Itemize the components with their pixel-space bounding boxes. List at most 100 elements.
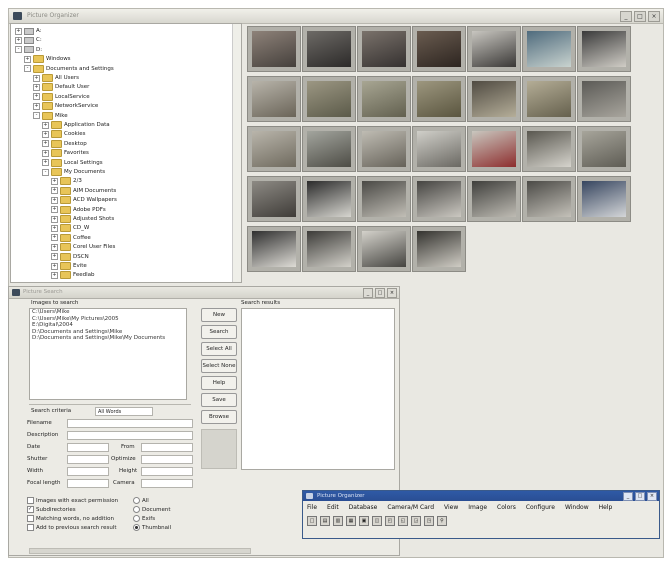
collapse-icon[interactable]: - (24, 65, 31, 73)
expand-icon[interactable]: + (51, 224, 58, 232)
expand-icon[interactable]: + (51, 196, 58, 204)
thumbnail[interactable] (412, 26, 466, 72)
menu-item[interactable]: Image (468, 504, 487, 511)
thumbnail[interactable] (357, 126, 411, 172)
collapse-icon[interactable]: - (42, 168, 49, 176)
menu-item[interactable]: File (307, 504, 317, 511)
toolbar-maximize-button[interactable]: □ (635, 492, 645, 501)
expand-icon[interactable]: + (51, 243, 58, 251)
tree-node[interactable]: + All Users (33, 74, 79, 82)
tree-node[interactable]: +2/3 (51, 177, 82, 186)
criteria-select[interactable]: All Words (95, 407, 153, 416)
thumbnail[interactable] (357, 76, 411, 122)
tree-node[interactable]: + AIM Documents (51, 186, 116, 195)
tool-icon[interactable]: ◲ (411, 516, 421, 526)
scope-radio-row[interactable]: Thumbnail (133, 524, 171, 533)
thumbnail[interactable] (302, 126, 356, 172)
menu-item[interactable]: Configure (526, 504, 555, 511)
shutter-opt-field[interactable] (141, 455, 193, 464)
scope-radio-row[interactable]: Document (133, 506, 171, 515)
thumbnail[interactable] (412, 76, 466, 122)
thumbnail[interactable] (522, 26, 576, 72)
search-button[interactable]: Search (201, 325, 237, 339)
panel-minimize-button[interactable]: _ (363, 288, 373, 298)
tree-node[interactable]: + C: (15, 36, 42, 44)
tree-node[interactable]: + Feedlab (51, 271, 95, 280)
thumbnail[interactable] (467, 176, 521, 222)
tree-node[interactable]: + Evite (51, 262, 87, 270)
thumbnail[interactable] (522, 126, 576, 172)
expand-icon[interactable]: + (15, 36, 22, 44)
filename-field[interactable] (67, 419, 193, 428)
tree-node[interactable]: - D: (15, 46, 42, 54)
thumbnail[interactable] (357, 26, 411, 72)
tree-node[interactable]: + Corel User Files (51, 243, 115, 252)
tree-node[interactable]: - My Documents (42, 168, 105, 176)
thumbnail[interactable] (247, 26, 301, 72)
expand-icon[interactable]: + (51, 215, 58, 223)
camera-field[interactable] (141, 479, 193, 488)
tree-node[interactable]: + Coffee (51, 233, 91, 242)
menu-item[interactable]: Window (565, 504, 589, 511)
tool-icon[interactable]: ◳ (424, 516, 434, 526)
thumbnail[interactable] (357, 226, 411, 272)
option-checkbox-row[interactable]: Images with exact permission (27, 497, 118, 506)
tree-node[interactable]: + Local Settings (42, 158, 103, 167)
tree-node[interactable]: + Favorites (42, 149, 89, 158)
thumbnail[interactable] (467, 76, 521, 122)
date-from-field[interactable] (141, 443, 193, 452)
thumbnail[interactable] (412, 176, 466, 222)
checkbox[interactable]: ✓ (27, 506, 34, 513)
radio-button[interactable] (133, 524, 140, 531)
thumbnail[interactable] (302, 26, 356, 72)
thumbnail[interactable] (247, 176, 301, 222)
thumbnail[interactable] (577, 126, 631, 172)
menu-item[interactable]: Camera/M Card (387, 504, 434, 511)
search-results-list[interactable] (241, 308, 395, 470)
tree-node[interactable]: + DSCN (51, 252, 89, 261)
checkbox[interactable] (27, 515, 34, 522)
radio-button[interactable] (133, 515, 140, 522)
new-button[interactable]: New (201, 308, 237, 322)
thumbnail[interactable] (302, 226, 356, 272)
tool-icon[interactable]: ⚲ (437, 516, 447, 526)
menu-item[interactable]: View (444, 504, 458, 511)
collapse-icon[interactable]: - (15, 46, 22, 54)
collapse-icon[interactable]: - (33, 112, 40, 120)
tool-icon[interactable]: □ (307, 516, 317, 526)
images-to-search-list[interactable]: C:\Users\Mike C:\Users\Mike\My Pictures\2… (29, 308, 187, 400)
expand-icon[interactable]: + (33, 93, 40, 101)
panel-close-button[interactable]: × (387, 288, 397, 298)
tree-node[interactable]: + Adobe PDFs (51, 205, 106, 214)
focal-length-field[interactable] (67, 479, 109, 488)
scope-radio-row[interactable]: Exifs (133, 515, 171, 524)
thumbnail[interactable] (247, 76, 301, 122)
height-field[interactable] (141, 467, 193, 476)
browse-button[interactable]: Browse (201, 410, 237, 424)
thumbnail[interactable] (577, 26, 631, 72)
expand-icon[interactable]: + (51, 253, 58, 261)
thumbnail[interactable] (467, 126, 521, 172)
tree-node[interactable]: + Windows (24, 55, 71, 64)
thumbnail[interactable] (577, 76, 631, 122)
tool-icon[interactable]: ◱ (398, 516, 408, 526)
tree-node[interactable]: + Default User (33, 83, 89, 92)
expand-icon[interactable]: + (33, 83, 40, 91)
expand-icon[interactable]: + (51, 271, 58, 279)
expand-icon[interactable]: + (24, 55, 31, 63)
checkbox[interactable] (27, 524, 34, 531)
thumbnail[interactable] (302, 76, 356, 122)
option-checkbox-row[interactable]: Add to previous search result (27, 524, 118, 533)
expand-icon[interactable]: + (15, 27, 22, 35)
thumbnail[interactable] (412, 126, 466, 172)
menu-item[interactable]: Help (599, 504, 613, 511)
scope-radio-row[interactable]: All (133, 497, 171, 506)
folder-tree[interactable]: + A: + C: - D: + Windows - Documents and Settings… (10, 23, 242, 283)
expand-icon[interactable]: + (42, 121, 49, 129)
tree-node[interactable]: + LocalService (33, 92, 90, 101)
search-panel-scrollbar[interactable] (29, 548, 251, 554)
radio-button[interactable] (133, 506, 140, 513)
checkbox[interactable] (27, 497, 34, 504)
shutter-field[interactable] (67, 455, 109, 464)
expand-icon[interactable]: + (42, 130, 49, 138)
